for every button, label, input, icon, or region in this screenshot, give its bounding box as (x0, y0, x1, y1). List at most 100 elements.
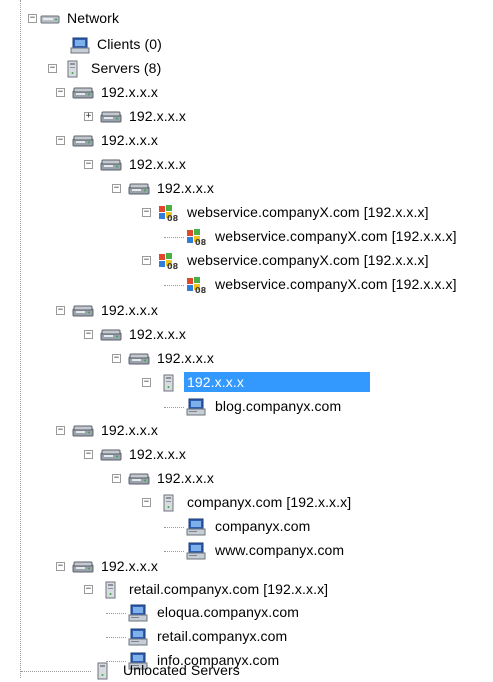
windows-server-2008-icon: 08 (158, 252, 179, 270)
collapse-icon[interactable]: − (112, 184, 121, 193)
tree-node-label: retail.companyx.com (157, 628, 288, 644)
tree-connector (106, 637, 126, 638)
tree-node[interactable]: − retail.companyx.com [192.x.x.x] (0, 579, 493, 601)
svg-text:08: 08 (167, 214, 179, 222)
tree-node[interactable]: − 08 webservice.companyX.com [192.x.x.x] (0, 202, 493, 224)
tree-connector (164, 285, 184, 286)
tree-node-label: 192.x.x.x (129, 156, 186, 172)
tree-node-label: 192.x.x.x (101, 302, 158, 318)
tree-node-label: Servers (8) (91, 60, 162, 76)
router-icon (100, 446, 122, 464)
tree-node-label: 192.x.x.x (157, 350, 214, 366)
tree-node-unlocated-servers[interactable]: Unlocated Servers (0, 660, 250, 682)
tree-node-label: 192.x.x.x (101, 132, 158, 148)
router-icon (128, 180, 150, 198)
server-tower-icon (158, 374, 178, 392)
router-icon (72, 558, 94, 576)
collapse-icon[interactable]: − (142, 498, 151, 507)
tree-node[interactable]: − 192.x.x.x (0, 154, 493, 176)
tree-node[interactable]: − 192.x.x.x (0, 300, 493, 322)
collapse-icon[interactable]: − (84, 585, 93, 594)
collapse-icon[interactable]: − (56, 562, 65, 571)
tree-node[interactable]: − 192.x.x.x (0, 468, 493, 490)
tree-node[interactable]: blog.companyx.com (0, 396, 493, 418)
tree-node[interactable]: retail.companyx.com (0, 626, 493, 648)
tree-node-label: Clients (0) (97, 36, 162, 52)
tree-node-label: Unlocated Servers (123, 662, 240, 678)
router-icon (100, 156, 122, 174)
tree-node-clients[interactable]: Clients (0) (0, 34, 200, 56)
router-icon (72, 84, 94, 102)
collapse-icon[interactable]: − (142, 208, 151, 217)
tree-node-label: Network (67, 10, 120, 26)
windows-server-2008-icon: 08 (186, 228, 207, 246)
tree-node-label: companyx.com [192.x.x.x] (187, 494, 352, 510)
collapse-icon[interactable]: − (56, 306, 65, 315)
tree-node-network[interactable]: − Network (0, 8, 200, 30)
tree-connector (106, 613, 126, 614)
tree-node-label: 192.x.x.x (129, 446, 186, 462)
collapse-icon[interactable]: − (112, 354, 121, 363)
tree-node[interactable]: 08 webservice.companyX.com [192.x.x.x] (0, 226, 493, 248)
router-icon (100, 108, 122, 126)
tree-node[interactable]: + 192.x.x.x (0, 106, 493, 128)
router-icon (72, 132, 94, 150)
tree-connector (21, 671, 91, 672)
windows-server-2008-icon: 08 (158, 204, 179, 222)
tree-node-label: webservice.companyX.com [192.x.x.x] (187, 204, 429, 220)
collapse-icon[interactable]: − (56, 88, 65, 97)
router-icon (128, 350, 150, 368)
tree-connector (164, 527, 184, 528)
tree-node[interactable]: − 192.x.x.x (0, 444, 493, 466)
tree-node-label: companyx.com (215, 518, 311, 534)
router-icon (72, 422, 94, 440)
tree-node[interactable]: − 192.x.x.x (0, 420, 493, 442)
computer-icon (70, 36, 90, 54)
tree-node[interactable]: eloqua.companyx.com (0, 602, 493, 624)
network-tree[interactable]: − Network Clients (0) − Servers (8) − 19… (0, 0, 493, 680)
tree-node-servers[interactable]: − Servers (8) (0, 58, 200, 80)
router-icon (100, 326, 122, 344)
tree-node[interactable]: − 192.x.x.x (0, 130, 493, 152)
collapse-icon[interactable]: − (48, 64, 57, 73)
server-tower-icon (92, 662, 112, 680)
tree-node-label: webservice.companyX.com [192.x.x.x] (215, 228, 457, 244)
server-tower-icon (62, 60, 82, 78)
collapse-icon[interactable]: − (84, 450, 93, 459)
collapse-icon[interactable]: − (56, 136, 65, 145)
tree-connector (164, 407, 184, 408)
tree-node[interactable]: − 192.x.x.x (0, 324, 493, 346)
expand-icon[interactable]: + (84, 112, 93, 121)
svg-text:08: 08 (195, 238, 207, 246)
tree-node[interactable]: − 192.x.x.x (0, 178, 493, 200)
collapse-icon[interactable]: − (142, 256, 151, 265)
tree-node-label: eloqua.companyx.com (157, 604, 299, 620)
tree-node[interactable]: − 08 webservice.companyX.com [192.x.x.x] (0, 250, 493, 272)
collapse-icon[interactable]: − (28, 14, 37, 23)
tree-node-label: retail.companyx.com [192.x.x.x] (129, 581, 329, 597)
windows-server-2008-icon: 08 (186, 276, 207, 294)
collapse-icon[interactable]: − (84, 330, 93, 339)
collapse-icon[interactable]: − (142, 378, 151, 387)
tree-node[interactable]: − 192.x.x.x (0, 82, 493, 104)
tree-node[interactable]: 08 webservice.companyX.com [192.x.x.x] (0, 274, 493, 296)
tree-node[interactable]: companyx.com (0, 516, 493, 538)
tree-node-label: webservice.companyX.com [192.x.x.x] (187, 252, 429, 268)
tree-node-label: 192.x.x.x (157, 180, 214, 196)
collapse-icon[interactable]: − (112, 474, 121, 483)
tree-node[interactable]: − companyx.com [192.x.x.x] (0, 492, 493, 514)
tree-node-label: 192.x.x.x (101, 422, 158, 438)
network-icon (40, 10, 60, 28)
tree-node[interactable]: − 192.x.x.x (0, 372, 493, 394)
router-icon (128, 470, 150, 488)
tree-node-label: blog.companyx.com (215, 398, 342, 414)
tree-node[interactable]: − 192.x.x.x (0, 556, 493, 578)
tree-node[interactable]: − 192.x.x.x (0, 348, 493, 370)
computer-icon (186, 518, 206, 536)
tree-connector (164, 237, 184, 238)
collapse-icon[interactable]: − (84, 160, 93, 169)
router-icon (72, 302, 94, 320)
server-tower-icon (158, 494, 178, 512)
tree-node-label: 192.x.x.x (101, 84, 158, 100)
collapse-icon[interactable]: − (56, 426, 65, 435)
